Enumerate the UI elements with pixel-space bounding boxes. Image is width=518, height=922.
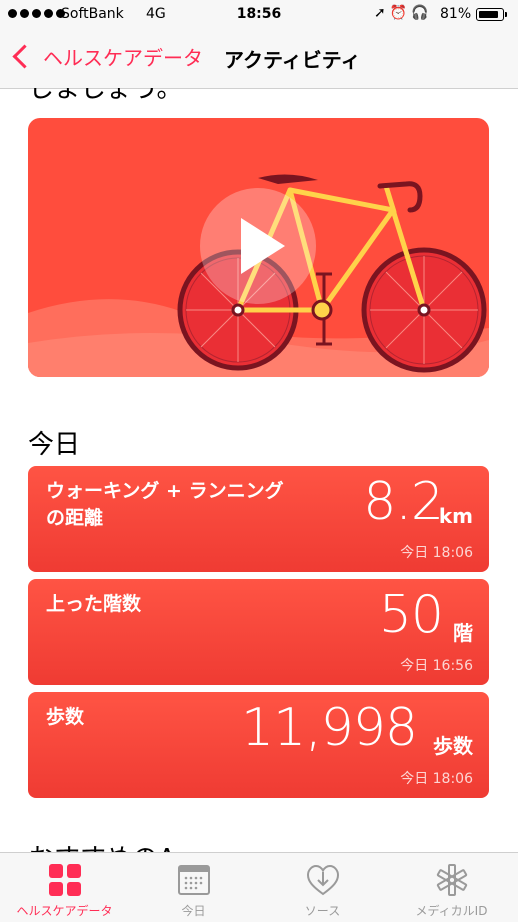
bicycle-illustration — [28, 174, 489, 377]
tab-label: 今日 — [181, 904, 206, 918]
steps-value: 11,998 — [241, 698, 418, 758]
calendar-icon — [177, 865, 210, 895]
tab-label: ヘルスケアデータ — [16, 904, 113, 918]
distance-value: 8.2 — [363, 472, 444, 532]
floors-unit: 階 — [453, 621, 473, 645]
distance-time: 今日 18:06 — [400, 545, 473, 561]
floors-value: 50 — [378, 585, 444, 645]
tab-sources[interactable]: ソース — [258, 853, 387, 922]
headphones-icon: 🎧 — [411, 5, 433, 21]
back-button[interactable]: ヘルスケアデータ — [10, 42, 203, 71]
steps-time: 今日 18:06 — [400, 771, 473, 787]
steps-label: 歩数 — [46, 706, 85, 728]
battery-icon — [476, 8, 507, 21]
battery-percent: 81% — [440, 6, 472, 22]
play-icon[interactable] — [200, 188, 316, 304]
steps-unit: 歩数 — [433, 734, 473, 758]
grid-icon — [48, 864, 81, 896]
tab-health-data[interactable]: ヘルスケアデータ — [0, 853, 129, 922]
floors-time: 今日 16:56 — [400, 658, 473, 674]
activity-video[interactable] — [28, 118, 489, 377]
tab-bar: ヘルスケアデータ 今日 ソース メディカルID — [0, 852, 518, 922]
chevron-left-icon — [12, 44, 37, 69]
location-arrow-icon: ➚ — [374, 5, 390, 21]
scrolled-heading: しましょう。 — [28, 88, 182, 100]
status-bar: SoftBank 4G 18:56 ➚⏰🎧 81% — [0, 0, 518, 30]
distance-card[interactable]: ウォーキング + ランニング の距離 8.2 km 今日 18:06 — [28, 466, 489, 572]
navigation-bar: ヘルスケアデータ アクティビティ — [0, 30, 518, 89]
tab-medical-id[interactable]: メディカルID — [387, 853, 516, 922]
download-heart-icon — [306, 864, 339, 896]
medical-star-icon — [436, 864, 467, 896]
distance-unit: km — [438, 504, 473, 528]
alarm-icon: ⏰ — [389, 5, 412, 21]
status-icons: ➚⏰🎧 — [374, 5, 433, 21]
next-section-heading: おすすめのA — [28, 838, 176, 852]
distance-label: ウォーキング + ランニング の距離 — [46, 480, 284, 529]
floors-label: 上った階数 — [46, 593, 142, 615]
floors-card[interactable]: 上った階数 50 階 今日 16:56 — [28, 579, 489, 685]
tab-today[interactable]: 今日 — [129, 853, 258, 922]
tab-label: メディカルID — [415, 904, 488, 918]
page-title: アクティビティ — [224, 48, 361, 72]
today-heading: 今日 — [28, 430, 81, 460]
back-button-label: ヘルスケアデータ — [43, 46, 203, 70]
steps-card[interactable]: 歩数 11,998 歩数 今日 18:06 — [28, 692, 489, 798]
tab-label: ソース — [304, 904, 341, 918]
